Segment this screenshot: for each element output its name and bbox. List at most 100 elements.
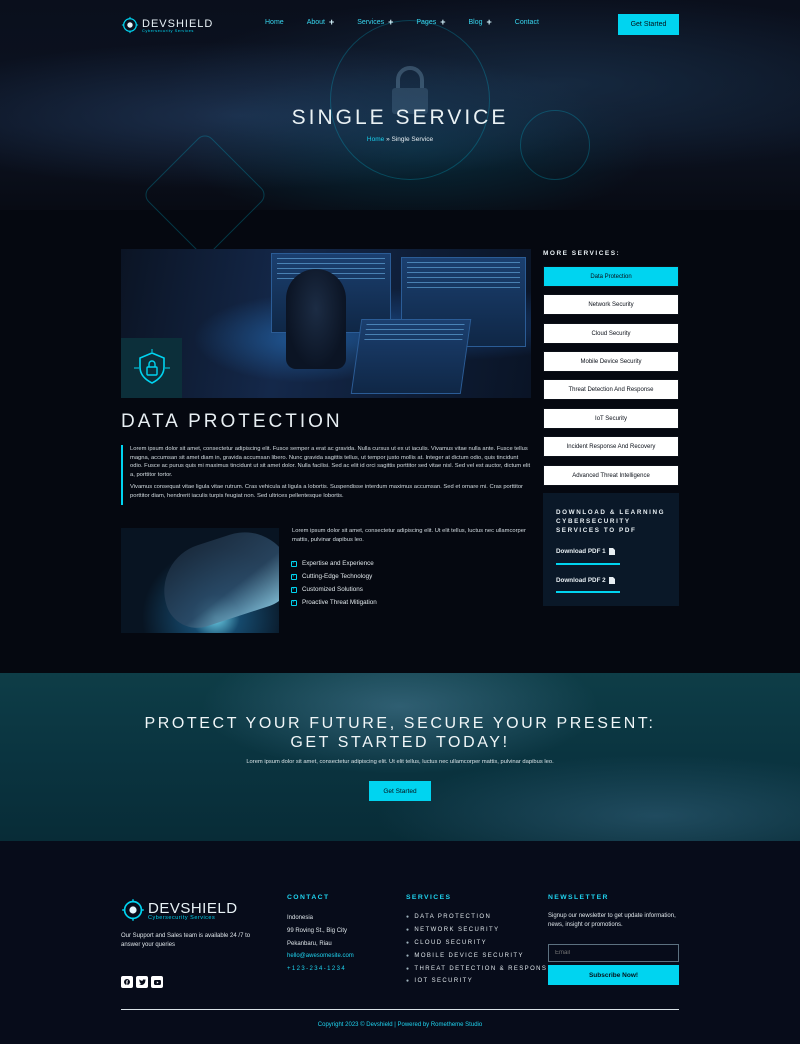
feature-label: Customized Solutions <box>302 586 363 593</box>
footer-service-link[interactable]: ● NETWORK SECURITY <box>406 924 547 937</box>
download-pdf-2-link[interactable]: Download PDF 2 <box>556 577 615 584</box>
description-paragraph-2: Vivamus consequat vitae ligula vitae rut… <box>130 484 523 499</box>
check-icon: ✓ <box>291 573 297 580</box>
bullet-icon: ● <box>406 914 411 921</box>
footer-divider <box>121 1009 679 1010</box>
nav-pages[interactable]: Pages + <box>416 17 446 27</box>
finger-graphic <box>151 528 279 633</box>
logo-icon <box>122 899 144 921</box>
breadcrumb-current: Single Service <box>391 136 434 143</box>
shield-lock-icon <box>133 349 170 384</box>
breadcrumb-home[interactable]: Home <box>367 136 384 143</box>
feature-item: ✓ Cutting-Edge Technology <box>291 570 377 583</box>
breadcrumb: Home » Single Service <box>0 136 800 143</box>
service-description: Lorem ipsum dolor sit amet, consectetur … <box>121 445 531 505</box>
footer-newsletter-heading: NEWSLETTER <box>548 894 609 901</box>
feature-label: Proactive Threat Mitigation <box>302 599 377 606</box>
bullet-icon: ● <box>406 927 411 934</box>
plus-icon: + <box>486 17 492 27</box>
download-pdf-1-label: Download PDF 1 <box>556 548 606 555</box>
feature-list: ✓ Expertise and Experience ✓ Cutting-Edge … <box>291 557 377 609</box>
cta-subtitle: Lorem ipsum dolor sit amet, consectetur … <box>246 759 554 765</box>
download-panel: DOWNLOAD & LEARNING CYBERSECURITY SERVIC… <box>543 493 679 606</box>
subscribe-button[interactable]: Subscribe Now! <box>548 965 679 985</box>
sidebar-service-iot-security[interactable]: IoT Security <box>543 408 679 429</box>
brand-logo[interactable]: DEVSHIELD Cybersecurity Services <box>121 16 213 34</box>
footer-service-link[interactable]: ● DATA PROTECTION <box>406 911 547 924</box>
download-pdf-2-underline <box>556 591 620 593</box>
sidebar-service-incident-response[interactable]: Incident Response And Recovery <box>543 436 679 457</box>
check-icon: ✓ <box>291 560 297 567</box>
download-pdf-1-link[interactable]: Download PDF 1 <box>556 548 615 555</box>
cta-heading-line-2: GET STARTED TODAY! <box>290 734 510 751</box>
contact-street: 99 Roving St., Big City <box>287 927 348 934</box>
facebook-icon[interactable] <box>121 976 133 988</box>
sidebar-service-threat-detection[interactable]: Threat Detection And Response <box>543 379 679 400</box>
breadcrumb-separator: » <box>386 136 390 143</box>
nav-services[interactable]: Services + <box>357 17 394 27</box>
get-started-button[interactable]: Get Started <box>618 14 679 35</box>
cta-heading: PROTECT YOUR FUTURE, SECURE YOUR PRESENT… <box>0 714 800 752</box>
bullet-icon: ● <box>406 939 411 946</box>
footer-contact-heading: CONTACT <box>287 894 330 901</box>
feature-intro: Lorem ipsum dolor sit amet, consectetur … <box>292 528 526 543</box>
sidebar-service-data-protection[interactable]: Data Protection <box>543 266 679 287</box>
page: DEVSHIELD Cybersecurity Services Home Ab… <box>0 0 800 1044</box>
sidebar-service-network-security[interactable]: Network Security <box>543 294 679 315</box>
nav-home[interactable]: Home <box>265 19 284 26</box>
twitter-icon[interactable] <box>136 976 148 988</box>
sidebar-service-cloud-security[interactable]: Cloud Security <box>543 323 679 344</box>
more-services-heading: MORE SERVICES: <box>543 250 621 257</box>
footer-brand-name: DEVSHIELD <box>148 899 238 917</box>
logo-icon <box>121 16 139 34</box>
youtube-icon[interactable] <box>151 976 163 988</box>
page-title: SINGLE SERVICE <box>291 106 509 129</box>
hero-shield-shape <box>141 131 269 259</box>
footer-service-label: THREAT DETECTION & RESPONS <box>414 965 548 972</box>
nav-contact[interactable]: Contact <box>515 19 539 26</box>
bullet-icon: ● <box>406 978 411 985</box>
contact-city: Pekanbaru, Riau <box>287 940 332 947</box>
bullet-icon: ● <box>406 965 411 972</box>
footer-service-link[interactable]: ● MOBILE DEVICE SECURITY <box>406 949 547 962</box>
fingerprint-image <box>121 528 279 633</box>
feature-item: ✓ Expertise and Experience <box>291 557 377 570</box>
copyright-text: Copyright 2023 © Devshield | Powered by … <box>317 1022 483 1028</box>
sidebar-service-mobile-device-security[interactable]: Mobile Device Security <box>543 351 679 372</box>
footer-service-label: CLOUD SECURITY <box>414 939 488 946</box>
nav-blog[interactable]: Blog + <box>468 17 492 27</box>
feature-label: Expertise and Experience <box>302 560 374 567</box>
footer-about-text: Our Support and Sales team is available … <box>121 933 251 948</box>
download-pdf-1-underline <box>556 563 620 565</box>
laptop-graphic <box>350 319 472 394</box>
nav-pages-label: Pages <box>416 19 437 26</box>
contact-phone-link[interactable]: +123-234-1234 <box>287 963 354 976</box>
footer-contact-details: Indonesia 99 Roving St., Big City Pekanb… <box>287 912 354 976</box>
footer-services-heading: SERVICES <box>406 894 452 901</box>
check-icon: ✓ <box>291 586 297 593</box>
cta-get-started-button[interactable]: Get Started <box>369 781 431 801</box>
nav-services-label: Services <box>357 19 385 26</box>
service-title: DATA PROTECTION <box>121 411 343 432</box>
newsletter-email-input[interactable] <box>548 944 679 962</box>
footer-service-link[interactable]: ● THREAT DETECTION & RESPONS <box>406 962 547 975</box>
cta-heading-line-1: PROTECT YOUR FUTURE, SECURE YOUR PRESENT… <box>144 715 656 732</box>
check-icon: ✓ <box>291 599 297 606</box>
plus-icon: + <box>440 17 446 27</box>
footer-logo[interactable]: DEVSHIELD Cybersecurity Services <box>121 898 238 922</box>
footer-services-list: ● DATA PROTECTION ● NETWORK SECURITY ● CLOU… <box>406 911 547 988</box>
nav-about[interactable]: About + <box>307 18 335 27</box>
sidebar-service-threat-intelligence[interactable]: Advanced Threat Intelligence <box>543 465 679 486</box>
footer-service-link[interactable]: ● CLOUD SECURITY <box>406 937 547 950</box>
contact-email-link[interactable]: hello@awesomesite.com <box>287 950 354 963</box>
footer-service-link[interactable]: ● IOT SECURITY <box>406 975 547 988</box>
plus-icon: + <box>388 17 394 27</box>
cta-section <box>0 673 800 841</box>
newsletter-description: Signup our newsletter to get update info… <box>548 913 676 928</box>
footer-service-label: IOT SECURITY <box>414 978 474 985</box>
nav-contact-label: Contact <box>514 19 539 26</box>
nav-home-label: Home <box>265 19 284 26</box>
person-silhouette <box>286 269 346 369</box>
download-pdf-2-label: Download PDF 2 <box>556 577 606 584</box>
footer-service-label: MOBILE DEVICE SECURITY <box>414 952 524 959</box>
